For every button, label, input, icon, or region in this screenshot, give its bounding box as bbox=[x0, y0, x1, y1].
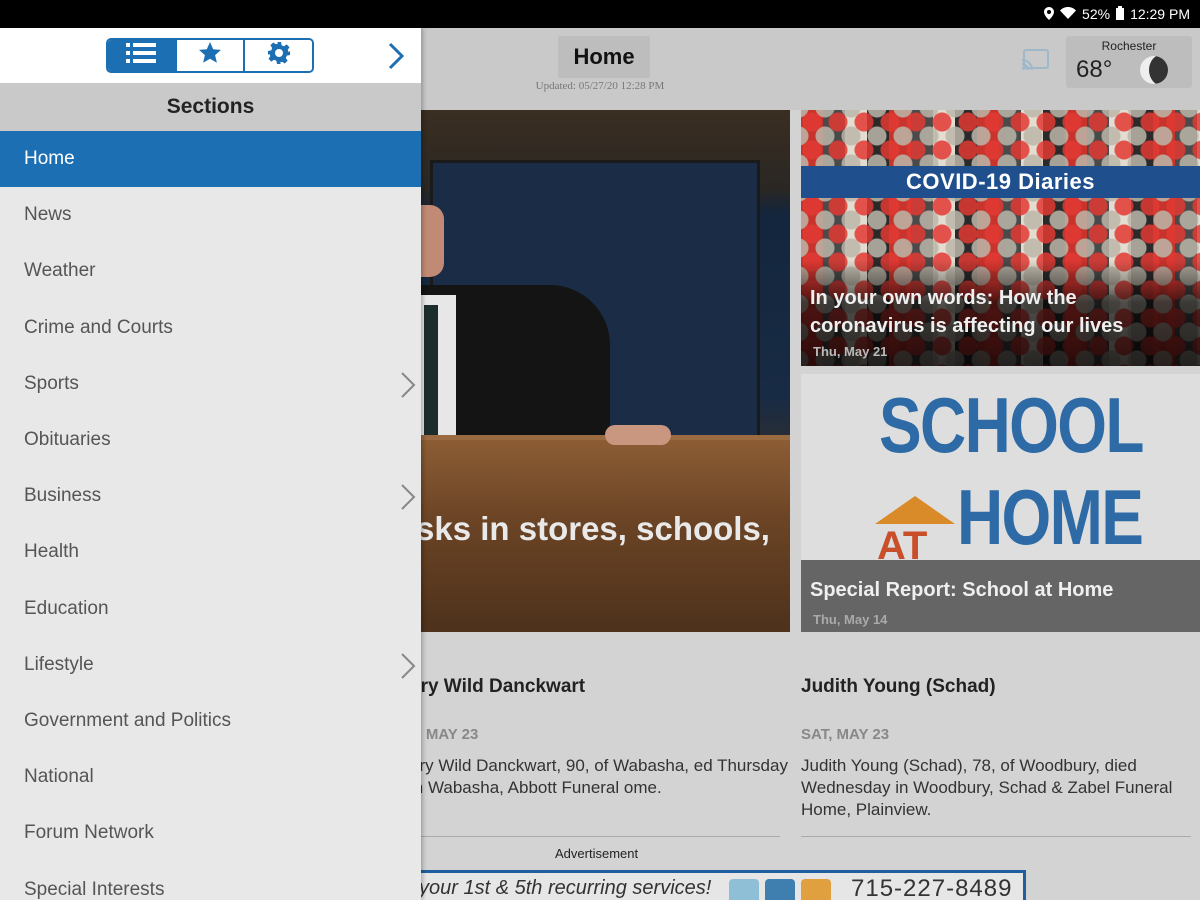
sidebar-item-label: News bbox=[24, 204, 72, 226]
house-icon: AT bbox=[875, 496, 955, 568]
ad-banner[interactable]: your 1st & 5th recurring services! 715-2… bbox=[410, 870, 1026, 900]
cast-icon[interactable] bbox=[1020, 48, 1050, 72]
sidebar-item-news[interactable]: News bbox=[0, 187, 421, 243]
chevron-right-icon[interactable] bbox=[382, 41, 410, 71]
covid-card-date: Thu, May 21 bbox=[813, 344, 888, 359]
divider bbox=[410, 836, 780, 837]
status-bar: 52% 12:29 PM bbox=[0, 0, 1200, 28]
sidebar-item-label: Lifestyle bbox=[24, 653, 94, 675]
obit-date: SAT, MAY 23 bbox=[801, 726, 890, 743]
sidebar-item-label: Business bbox=[24, 485, 102, 507]
sidebar-item-home[interactable]: Home bbox=[0, 131, 421, 188]
sidebar-item-crime-and-courts[interactable]: Crime and Courts bbox=[0, 300, 421, 356]
sidebar-item-label: Crime and Courts bbox=[24, 316, 173, 338]
school-card-title: Special Report: School at Home bbox=[810, 579, 1114, 601]
sidebar-item-sports[interactable]: Sports bbox=[0, 356, 421, 412]
list-icon bbox=[126, 42, 157, 69]
wifi-icon bbox=[1060, 7, 1077, 21]
obit-summary: Judith Young (Schad), 78, of Woodbury, d… bbox=[801, 756, 1173, 819]
sidebar-item-label: Education bbox=[24, 597, 109, 619]
battery-icon bbox=[1116, 6, 1125, 22]
school-logo-line2: HOME bbox=[957, 473, 1144, 561]
sidebar-item-health[interactable]: Health bbox=[0, 524, 421, 580]
sidebar-item-label: Sports bbox=[24, 372, 79, 394]
sidebar-item-label: National bbox=[24, 766, 94, 788]
moon-icon bbox=[1140, 56, 1168, 84]
tab-settings[interactable] bbox=[245, 40, 312, 71]
feature-headline: sks in stores, schools, bbox=[420, 510, 770, 547]
divider bbox=[801, 836, 1191, 837]
sections-header: Sections bbox=[0, 83, 421, 131]
drawer-toolbar bbox=[0, 28, 421, 83]
sidebar-item-lifestyle[interactable]: Lifestyle bbox=[0, 637, 421, 693]
sidebar-item-weather[interactable]: Weather bbox=[0, 243, 421, 299]
sidebar-item-government-and-politics[interactable]: Government and Politics bbox=[0, 693, 421, 749]
sidebar-item-label: Health bbox=[24, 541, 79, 563]
sidebar-item-education[interactable]: Education bbox=[0, 581, 421, 637]
weather-widget[interactable]: Rochester 68° bbox=[1066, 36, 1192, 88]
navigation-drawer: Sections Home News Weather Crime and Courts… bbox=[0, 28, 421, 900]
drawer-tab-group bbox=[106, 38, 314, 73]
ad-logo-icon bbox=[801, 879, 831, 900]
location-icon bbox=[1044, 6, 1055, 22]
sidebar-item-label: Home bbox=[24, 148, 75, 170]
ad-logo-icon bbox=[729, 879, 759, 900]
school-logo-line1: SCHOOL bbox=[879, 381, 1144, 469]
sidebar-item-label: Government and Politics bbox=[24, 709, 231, 731]
sidebar-item-forum-network[interactable]: Forum Network bbox=[0, 805, 421, 861]
sidebar-item-label: Weather bbox=[24, 260, 96, 282]
obit-summary: ary Wild Danckwart, 90, of Wabasha, ed T… bbox=[410, 756, 788, 797]
battery-percent: 52% bbox=[1082, 6, 1111, 22]
tab-list[interactable] bbox=[108, 40, 177, 71]
ad-text: your 1st & 5th recurring services! bbox=[419, 877, 712, 899]
obit-name: ary Wild Danckwart bbox=[410, 676, 586, 697]
sidebar-item-business[interactable]: Business bbox=[0, 468, 421, 524]
covid-card-title: In your own words: How the coronavirus i… bbox=[810, 287, 1124, 337]
feature-card-main[interactable]: sks in stores, schools, bbox=[420, 110, 790, 632]
weather-temp: 68° bbox=[1076, 56, 1113, 83]
page-title: Home bbox=[558, 36, 650, 78]
chevron-right-icon[interactable] bbox=[398, 370, 418, 400]
obit-date: T, MAY 23 bbox=[410, 726, 479, 743]
updated-timestamp: Updated: 05/27/20 12:28 PM bbox=[535, 80, 665, 92]
star-icon bbox=[198, 41, 222, 70]
ad-logo-icon bbox=[765, 879, 795, 900]
sidebar-item-obituaries[interactable]: Obituaries bbox=[0, 412, 421, 468]
sidebar-item-label: Forum Network bbox=[24, 822, 154, 844]
feature-card-covid[interactable]: COVID-19 Diaries In your own words: How … bbox=[801, 110, 1200, 366]
feature-card-school[interactable]: SCHOOL AT HOME Special Report: School at… bbox=[801, 374, 1200, 632]
sections-menu: Home News Weather Crime and Courts Sports Obi… bbox=[0, 131, 421, 900]
obit-item[interactable]: Judith Young (Schad) SAT, MAY 23 Judith … bbox=[801, 676, 1191, 821]
tab-favorites[interactable] bbox=[176, 40, 246, 71]
chevron-right-icon[interactable] bbox=[398, 482, 418, 512]
school-card-date: Thu, May 14 bbox=[813, 612, 888, 627]
obit-name: Judith Young (Schad) bbox=[801, 676, 996, 697]
sidebar-item-label: Special Interests bbox=[24, 878, 165, 900]
advertisement-label: Advertisement bbox=[555, 846, 639, 861]
covid-banner: COVID-19 Diaries bbox=[801, 166, 1200, 198]
weather-city: Rochester bbox=[1101, 39, 1157, 53]
sidebar-item-national[interactable]: National bbox=[0, 749, 421, 805]
obit-item[interactable]: ary Wild Danckwart T, MAY 23 ary Wild Da… bbox=[410, 676, 788, 799]
sidebar-item-special-interests[interactable]: Special Interests bbox=[0, 861, 421, 900]
sidebar-item-label: Obituaries bbox=[24, 429, 111, 451]
ad-phone: 715-227-8489 bbox=[851, 875, 1013, 900]
clock: 12:29 PM bbox=[1130, 6, 1190, 22]
chevron-right-icon[interactable] bbox=[398, 651, 418, 681]
gear-icon bbox=[267, 41, 291, 70]
